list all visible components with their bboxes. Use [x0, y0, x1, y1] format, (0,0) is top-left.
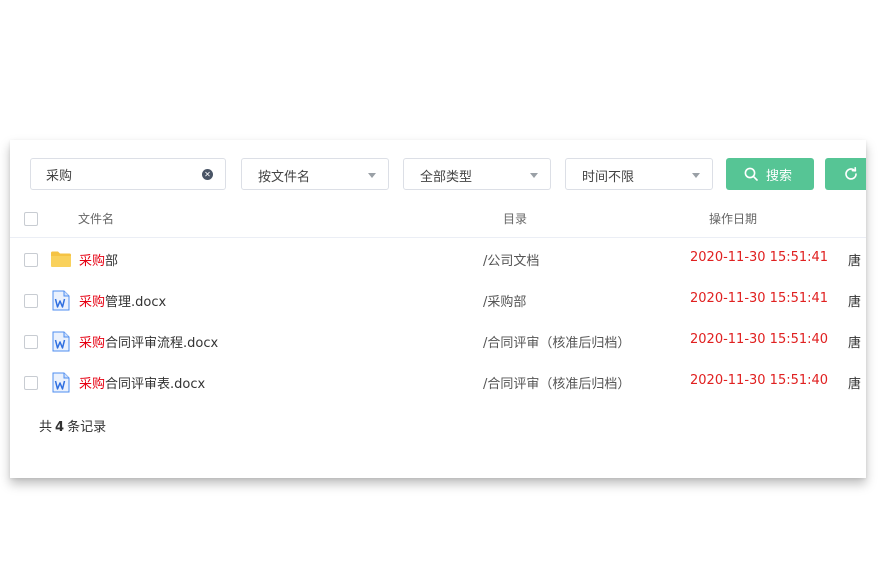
file-date: 2020-11-30 15:51:41 — [690, 250, 829, 265]
file-name[interactable]: 采购部 — [79, 250, 118, 269]
row-checkbox[interactable] — [24, 253, 38, 267]
chevron-down-icon — [368, 173, 376, 178]
chevron-down-icon — [692, 173, 700, 178]
row-checkbox[interactable] — [24, 376, 38, 390]
file-owner: 唐 — [848, 254, 862, 269]
search-icon — [744, 167, 758, 181]
clear-icon[interactable]: ✕ — [202, 169, 213, 180]
word-doc-icon — [52, 372, 70, 393]
table-row[interactable]: 采购合同评审流程.docx /合同评审（核准后归档） 2020-11-30 15… — [10, 320, 866, 361]
time-select[interactable]: 时间不限 — [565, 158, 713, 190]
file-owner: 唐 — [848, 295, 862, 310]
search-toolbar: ✕ 按文件名 全部类型 时间不限 搜索 — [10, 158, 866, 192]
column-header-dir[interactable]: 目录 — [503, 210, 527, 227]
file-name[interactable]: 采购管理.docx — [79, 291, 166, 310]
column-header-date[interactable]: 操作日期 — [709, 210, 757, 227]
file-path: /采购部 — [483, 295, 527, 310]
file-name[interactable]: 采购合同评审流程.docx — [79, 332, 218, 351]
type-label: 全部类型 — [420, 170, 473, 185]
file-date: 2020-11-30 15:51:40 — [690, 373, 829, 388]
file-date: 2020-11-30 15:51:40 — [690, 332, 829, 347]
word-doc-icon — [52, 331, 70, 352]
search-field[interactable]: ✕ — [30, 158, 226, 190]
search-input[interactable] — [31, 159, 197, 189]
search-button[interactable]: 搜索 — [726, 158, 814, 190]
name-mode-select[interactable]: 按文件名 — [241, 158, 389, 190]
record-count: 共 4 条记录 — [39, 420, 107, 435]
file-owner: 唐 — [848, 336, 862, 351]
file-path: /合同评审（核准后归档） — [483, 336, 631, 351]
folder-icon — [51, 251, 71, 267]
chevron-down-icon — [530, 173, 538, 178]
table-row[interactable]: 采购管理.docx /采购部 2020-11-30 15:51:41 唐 — [10, 279, 866, 320]
refresh-button[interactable] — [825, 158, 866, 190]
file-path: /合同评审（核准后归档） — [483, 377, 631, 392]
file-name[interactable]: 采购合同评审表.docx — [79, 373, 205, 392]
file-date: 2020-11-30 15:51:41 — [690, 291, 829, 306]
search-button-label: 搜索 — [766, 169, 793, 184]
file-path: /公司文档 — [483, 254, 540, 269]
refresh-icon — [845, 167, 857, 180]
time-label: 时间不限 — [582, 170, 635, 185]
column-header-name[interactable]: 文件名 — [78, 210, 114, 227]
name-mode-label: 按文件名 — [258, 170, 311, 185]
select-all-checkbox[interactable] — [24, 212, 38, 226]
type-select[interactable]: 全部类型 — [403, 158, 551, 190]
word-doc-icon — [52, 290, 70, 311]
table-row[interactable]: 采购部 /公司文档 2020-11-30 15:51:41 唐 — [10, 238, 866, 279]
file-search-panel: ✕ 按文件名 全部类型 时间不限 搜索 文件名 目 — [10, 140, 866, 478]
table-row[interactable]: 采购合同评审表.docx /合同评审（核准后归档） 2020-11-30 15:… — [10, 361, 866, 402]
row-checkbox[interactable] — [24, 335, 38, 349]
file-owner: 唐 — [848, 377, 862, 392]
row-checkbox[interactable] — [24, 294, 38, 308]
